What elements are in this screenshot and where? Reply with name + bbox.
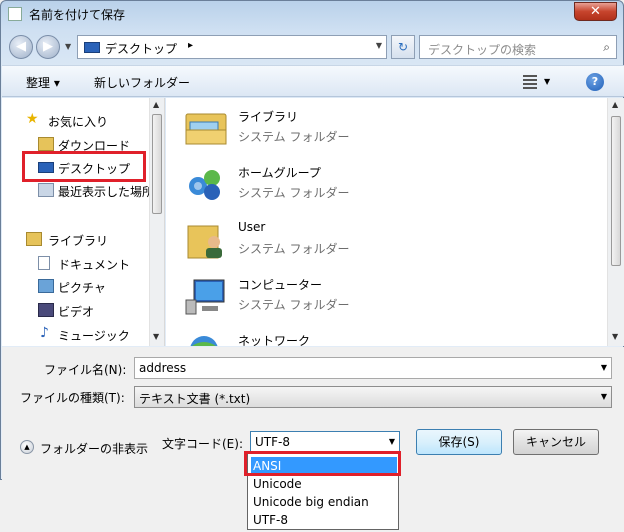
filename-dropdown-icon[interactable]: ▼ [601, 363, 607, 372]
video-icon [38, 303, 54, 317]
list-item[interactable]: ネットワーク [184, 328, 444, 346]
filetype-value: テキスト文書 (*.txt) [139, 392, 251, 406]
computer-icon [184, 276, 228, 316]
sidebar-item-label: ミュージック [58, 329, 130, 343]
filename-value[interactable]: address [139, 361, 186, 375]
sidebar-item-pictures[interactable]: ピクチャ [2, 276, 152, 298]
sidebar-item-music[interactable]: ♪ ミュージック [2, 324, 152, 346]
recent-pages-dropdown-icon[interactable]: ▼ [65, 42, 71, 51]
filetype-dropdown-icon[interactable]: ▼ [601, 392, 607, 401]
list-item[interactable]: コンピューター システム フォルダー [184, 272, 444, 322]
search-icon: ⌕ [603, 40, 610, 54]
refresh-button[interactable]: ↻ [391, 35, 415, 59]
close-button[interactable]: ✕ [574, 2, 617, 21]
file-type: システム フォルダー [238, 130, 350, 144]
navigation-bar: ◀ ▶ ▼ デスクトップ ▸ ▼ ↻ デスクトップの検索 ⌕ [7, 33, 619, 61]
encoding-option-unicode[interactable]: Unicode [251, 475, 397, 493]
filename-label: ファイル名(N): [44, 363, 127, 377]
document-icon [38, 256, 50, 270]
file-name: コンピューター [238, 278, 323, 292]
highlight-box-ansi [244, 451, 401, 476]
encoding-label: 文字コード(E): [162, 437, 243, 451]
window-title: 名前を付けて保存 [29, 8, 126, 22]
scroll-thumb[interactable] [611, 116, 621, 266]
library-icon [184, 108, 228, 148]
forward-button[interactable]: ▶ [36, 35, 60, 59]
sidebar-item-label: ピクチャ [58, 281, 106, 295]
sidebar-item-label: ビデオ [58, 305, 95, 319]
scroll-thumb[interactable] [152, 114, 162, 214]
search-placeholder: デスクトップの検索 [428, 43, 537, 57]
cancel-button[interactable]: キャンセル [513, 429, 599, 455]
sidebar-item-label: ライブラリ [48, 234, 109, 248]
sidebar-item-label: ドキュメント [58, 258, 131, 272]
sidebar-item-label: お気に入り [48, 115, 109, 129]
scroll-down-icon[interactable]: ▼ [153, 332, 159, 341]
file-list: ライブラリ システム フォルダー ホームグループ システム フォルダー User… [166, 98, 624, 346]
network-icon [184, 332, 228, 346]
collapse-icon: ▲ [20, 440, 34, 454]
file-name: ネットワーク [238, 334, 311, 346]
homegroup-icon [184, 164, 228, 204]
navigation-pane: ★ お気に入り ダウンロード デスクトップ 最近表示した場所 ライブラリ ドキュ… [2, 98, 165, 346]
back-button[interactable]: ◀ [9, 35, 33, 59]
hide-folders-label: フォルダーの非表示 [40, 442, 149, 456]
notepad-icon [8, 7, 22, 21]
address-bar[interactable]: デスクトップ ▸ ▼ [77, 35, 387, 59]
new-folder-button[interactable]: 新しいフォルダー [94, 74, 190, 91]
command-bar: 整理 ▾ 新しいフォルダー ▼ ? [2, 65, 624, 97]
file-name: User [238, 220, 266, 234]
list-item[interactable]: ホームグループ システム フォルダー [184, 160, 444, 210]
sidebar-item-libraries[interactable]: ライブラリ [2, 229, 152, 251]
file-name: ライブラリ [238, 110, 299, 124]
scroll-up-icon[interactable]: ▲ [612, 100, 618, 109]
sidebar-item-documents[interactable]: ドキュメント [2, 253, 152, 275]
filename-field[interactable]: address ▼ [134, 357, 612, 379]
library-icon [26, 232, 42, 246]
address-text[interactable]: デスクトップ [105, 40, 177, 57]
title-bar: 名前を付けて保存 ✕ [1, 1, 623, 27]
scroll-down-icon[interactable]: ▼ [612, 332, 618, 341]
filetype-select[interactable]: テキスト文書 (*.txt) ▼ [134, 386, 612, 408]
file-type: システム フォルダー [238, 186, 350, 200]
download-folder-icon [38, 137, 54, 151]
encoding-select[interactable]: UTF-8 ▼ [250, 431, 400, 453]
file-list-scrollbar[interactable]: ▲ ▼ [607, 98, 624, 346]
user-folder-icon [184, 220, 228, 260]
desktop-icon [84, 42, 100, 53]
save-as-dialog: 名前を付けて保存 ✕ ◀ ▶ ▼ デスクトップ ▸ ▼ ↻ デスクトップの検索 … [0, 0, 624, 481]
encoding-value: UTF-8 [255, 435, 290, 449]
refresh-icon: ↻ [397, 40, 409, 54]
breadcrumb-chevron-icon[interactable]: ▸ [188, 40, 193, 51]
file-name: ホームグループ [238, 166, 321, 180]
encoding-option-unicode-big-endian[interactable]: Unicode big endian [251, 493, 397, 511]
list-item[interactable]: User システム フォルダー [184, 216, 444, 266]
scroll-up-icon[interactable]: ▲ [153, 100, 159, 109]
recent-places-icon [38, 183, 54, 197]
save-button[interactable]: 保存(S) [416, 429, 502, 455]
address-dropdown-icon[interactable]: ▼ [376, 41, 382, 50]
filetype-label: ファイルの種類(T): [20, 391, 125, 405]
view-dropdown-icon[interactable]: ▼ [544, 77, 550, 86]
picture-icon [38, 279, 54, 293]
star-icon: ★ [26, 111, 39, 127]
navigation-pane-scrollbar[interactable]: ▲ ▼ [149, 98, 164, 346]
encoding-option-utf8[interactable]: UTF-8 [251, 511, 397, 529]
search-input[interactable]: デスクトップの検索 ⌕ [419, 35, 617, 59]
sidebar-item-recent-places[interactable]: 最近表示した場所 [2, 180, 155, 202]
file-type: システム フォルダー [238, 298, 350, 312]
list-item[interactable]: ライブラリ システム フォルダー [184, 104, 444, 154]
encoding-dropdown-icon[interactable]: ▼ [389, 437, 395, 446]
highlight-box-desktop [22, 151, 146, 182]
sidebar-item-videos[interactable]: ビデオ [2, 300, 152, 322]
view-options-icon[interactable] [523, 75, 537, 89]
file-type: システム フォルダー [238, 242, 350, 256]
sidebar-item-favorites[interactable]: ★ お気に入り [2, 110, 152, 132]
organize-menu[interactable]: 整理 ▾ [26, 74, 60, 91]
sidebar-item-label: 最近表示した場所 [58, 185, 155, 199]
help-button[interactable]: ? [586, 73, 604, 91]
music-icon: ♪ [40, 325, 49, 341]
